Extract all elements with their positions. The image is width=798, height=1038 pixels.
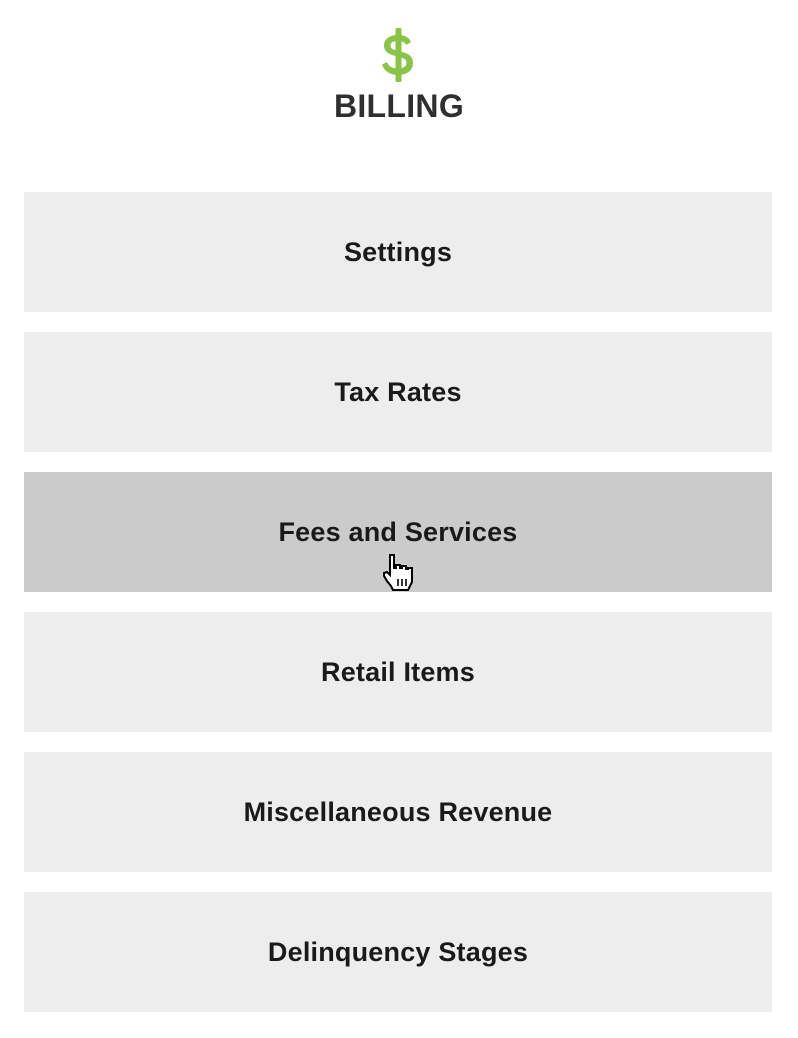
menu-item-tax-rates[interactable]: Tax Rates <box>24 332 772 452</box>
billing-menu: Settings Tax Rates Fees and Services Ret… <box>24 192 772 1032</box>
menu-item-label: Retail Items <box>321 656 475 687</box>
menu-item-miscellaneous-revenue[interactable]: Miscellaneous Revenue <box>24 752 772 872</box>
menu-item-label: Tax Rates <box>334 376 462 407</box>
menu-item-label: Miscellaneous Revenue <box>243 796 553 827</box>
menu-item-fees-and-services[interactable]: Fees and Services <box>24 472 772 592</box>
menu-item-settings[interactable]: Settings <box>24 192 772 312</box>
menu-item-label: Delinquency Stages <box>267 936 529 967</box>
menu-item-retail-items[interactable]: Retail Items <box>24 612 772 732</box>
menu-item-delinquency-stages[interactable]: Delinquency Stages <box>24 892 772 1012</box>
menu-item-label: Fees and Services <box>278 516 518 547</box>
menu-item-label: Settings <box>343 236 453 267</box>
dollar-sign-icon <box>382 28 413 82</box>
page-title: BILLING <box>333 88 465 124</box>
